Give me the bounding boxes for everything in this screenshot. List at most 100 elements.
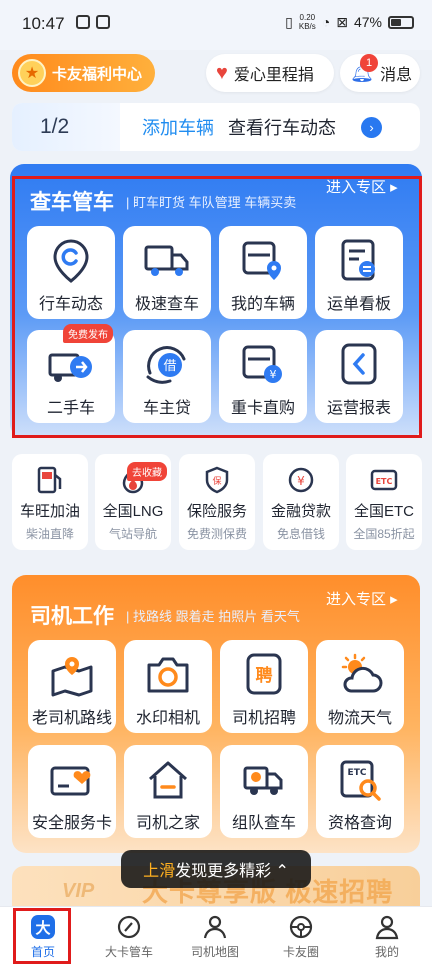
tile-label: 重卡直购 xyxy=(230,400,295,417)
notification-icon xyxy=(76,15,90,29)
tile-used-trucks[interactable]: 免费发布 二手车 xyxy=(27,324,115,423)
loan-icon: 借 xyxy=(144,342,190,388)
service-finance[interactable]: ¥ 金融贷款 免息借钱 xyxy=(263,454,339,550)
tab-home[interactable]: 大 首页 xyxy=(0,907,86,964)
service-insurance[interactable]: 保 保险服务 免费测保费 xyxy=(179,454,255,550)
location-c-icon xyxy=(51,238,91,284)
service-title: 保险服务 xyxy=(186,503,247,520)
tile-operation-report[interactable]: 运营报表 xyxy=(315,330,403,423)
tile-driving-status[interactable]: 行车动态 xyxy=(27,226,115,319)
tile-label: 车主贷 xyxy=(142,400,191,417)
status-bar: 10:47 ▯ 0.20 KB/s ◔ ⊠ 47% xyxy=(0,0,432,50)
tab-label: 大卡管车 xyxy=(104,945,153,959)
driver-section-subtitle: | 找路线 跟着走 拍照片 看天气 xyxy=(126,609,300,624)
message-badge: 1 xyxy=(360,54,378,72)
notification-icon xyxy=(96,15,110,29)
tile-driver-home[interactable]: 司机之家 xyxy=(124,745,212,838)
vehicle-section-title: 查车管车 xyxy=(30,191,114,214)
recruit-icon: 聘 xyxy=(244,652,284,698)
tile-qualification-query[interactable]: ETC 资格查询 xyxy=(316,745,404,838)
service-etc[interactable]: ETC 全国ETC 全国85折起 xyxy=(346,454,422,550)
tile-quick-check[interactable]: 极速查车 xyxy=(123,226,211,319)
fuel-icon xyxy=(35,464,65,496)
tab-manage[interactable]: 大卡管车 xyxy=(86,907,172,964)
tile-team-check[interactable]: 组队查车 xyxy=(220,745,308,838)
tile-label: 司机招聘 xyxy=(231,710,296,727)
svg-text:聘: 聘 xyxy=(256,665,273,686)
tile-safety-card[interactable]: 安全服务卡 xyxy=(28,745,116,838)
wifi-icon: ◔ xyxy=(321,14,331,30)
tile-label: 二手车 xyxy=(46,400,95,417)
tile-driver-routes[interactable]: 老司机路线 xyxy=(28,640,116,733)
driver-map-tab-icon xyxy=(202,913,228,941)
tab-label: 司机地图 xyxy=(190,945,239,959)
heart-card-icon xyxy=(49,757,95,803)
insurance-icon: 保 xyxy=(202,464,232,496)
svg-text:ETC: ETC xyxy=(376,477,393,486)
used-truck-icon xyxy=(48,342,94,388)
manage-tab-icon xyxy=(116,913,142,941)
tab-profile[interactable]: 我的 xyxy=(344,907,430,964)
service-title: 车旺加油 xyxy=(19,503,80,520)
tile-owner-loan[interactable]: 借 车主贷 xyxy=(123,330,211,423)
tile-waybill-board[interactable]: 运单看板 xyxy=(315,226,403,319)
message-button[interactable]: 🔔︎ 消息 xyxy=(340,54,420,92)
service-fuel[interactable]: 车旺加油 柴油直降 xyxy=(12,454,88,550)
welfare-center-button[interactable]: ★ 卡友福利中心 xyxy=(12,54,155,92)
tile-driver-recruit[interactable]: 聘 司机招聘 xyxy=(220,640,308,733)
wheel-tab-icon xyxy=(288,913,314,941)
love-mileage-button[interactable]: ♥ 爱心里程捐 xyxy=(206,54,334,92)
add-vehicle-task-banner[interactable]: 1/2 添加车辆 查看行车动态 › xyxy=(12,103,420,151)
tile-label: 运单看板 xyxy=(326,296,391,313)
tab-label: 我的 xyxy=(374,945,399,959)
etc-icon: ETC xyxy=(369,464,399,496)
tile-heavy-truck-buy[interactable]: ¥ 重卡直购 xyxy=(219,330,307,423)
battery-icon xyxy=(388,15,414,29)
svg-text:借: 借 xyxy=(163,359,176,374)
tile-label: 我的车辆 xyxy=(230,296,295,313)
service-sub: 柴油直降 xyxy=(25,527,74,541)
net-speed: 0.20 KB/s xyxy=(298,13,316,31)
service-title: 金融贷款 xyxy=(270,503,331,520)
vehicle-enter-zone-link[interactable]: 进入专区 ▸ xyxy=(326,176,398,197)
service-sub: 全国85折起 xyxy=(353,527,415,541)
status-right: ▯ 0.20 KB/s ◔ ⊠ 47% xyxy=(285,13,414,31)
home-tab-icon: 大 xyxy=(30,913,56,941)
tile-label: 运营报表 xyxy=(326,400,391,417)
vibrate-icon: ▯ xyxy=(285,13,293,30)
tab-friends-circle[interactable]: 卡友圈 xyxy=(258,907,344,964)
tile-label: 老司机路线 xyxy=(31,710,112,727)
home-icon xyxy=(146,757,190,803)
service-lng[interactable]: 去收藏 全国LNG 气站导航 xyxy=(95,454,171,550)
bottom-nav: 大 首页 大卡管车 司机地图 卡友圈 我的 xyxy=(0,906,432,964)
tile-watermark-camera[interactable]: 水印相机 xyxy=(124,640,212,733)
weather-icon xyxy=(337,652,383,698)
swipe-up-tip[interactable]: 上滑 发现更多精彩 ⌃ xyxy=(121,850,311,888)
svg-text:¥: ¥ xyxy=(270,368,277,381)
tab-label: 卡友圈 xyxy=(282,945,319,959)
heart-hand-icon: ♥ xyxy=(216,61,228,84)
tile-label: 水印相机 xyxy=(135,710,200,727)
map-pin-icon xyxy=(49,652,95,698)
svg-text:保: 保 xyxy=(212,475,221,487)
tab-label: 首页 xyxy=(30,945,55,959)
report-icon xyxy=(339,342,379,388)
tile-logistics-weather[interactable]: 物流天气 xyxy=(316,640,404,733)
task-hint: 查看行车动态 xyxy=(228,118,336,138)
add-vehicle-link[interactable]: 添加车辆 xyxy=(142,114,214,140)
tile-label: 司机之家 xyxy=(135,815,200,832)
tile-label: 极速查车 xyxy=(134,296,199,313)
svg-text:大: 大 xyxy=(35,919,50,937)
welfare-label: 卡友福利中心 xyxy=(52,65,143,83)
vip-badge: VIP xyxy=(62,880,95,902)
svg-text:¥: ¥ xyxy=(297,474,305,488)
driver-enter-zone-link[interactable]: 进入专区 ▸ xyxy=(326,588,398,609)
tab-driver-map[interactable]: 司机地图 xyxy=(172,907,258,964)
service-title: 全国ETC xyxy=(353,503,414,520)
tile-my-vehicles[interactable]: 我的车辆 xyxy=(219,226,307,319)
chevron-right-icon[interactable]: › xyxy=(361,117,382,138)
tile-label: 行车动态 xyxy=(38,296,103,313)
camera-icon xyxy=(145,652,191,698)
status-notification-icons xyxy=(76,15,110,29)
service-sub: 免息借钱 xyxy=(276,527,325,541)
